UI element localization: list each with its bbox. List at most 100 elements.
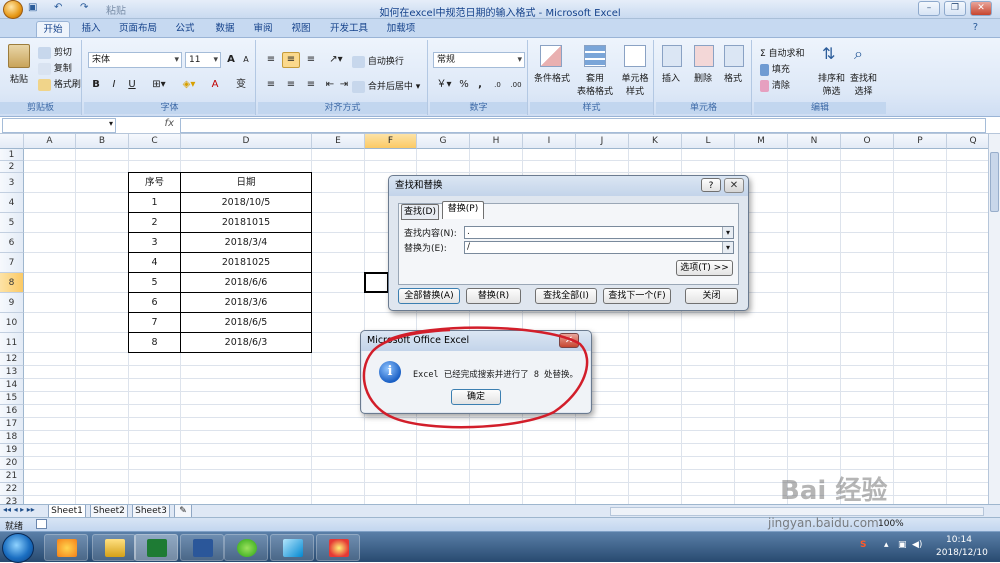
tab-data[interactable]: 数据 [208, 21, 242, 38]
orientation-icon[interactable]: ↗▾ [324, 52, 348, 68]
find-all-button[interactable]: 查找全部(I) [535, 288, 597, 304]
table-cell[interactable]: 2018/6/6 [180, 272, 312, 293]
volume-icon[interactable]: ◀) [912, 540, 922, 550]
italic-button[interactable]: I [106, 77, 122, 93]
scroll-thumb[interactable] [990, 152, 999, 212]
merge-center-button[interactable]: 合并后居中 [368, 82, 413, 92]
taskbar-word[interactable] [180, 534, 224, 561]
align-top-icon[interactable]: ≡ [262, 52, 280, 68]
find-select-button[interactable]: 查找和 选择 [850, 71, 877, 97]
format-as-table-button[interactable]: 套用 表格格式 [574, 71, 616, 97]
replace-dropdown-icon[interactable]: ▾ [722, 242, 733, 253]
row-header[interactable]: 9 [0, 293, 24, 313]
percent-button[interactable]: % [457, 77, 471, 93]
increase-decimal-button[interactable]: .0 [489, 77, 506, 93]
grow-font-button[interactable]: A [224, 52, 238, 68]
column-header[interactable]: H [470, 134, 523, 149]
taskbar-browser[interactable] [44, 534, 88, 561]
comma-button[interactable]: , [473, 77, 487, 93]
column-header[interactable]: E [312, 134, 365, 149]
column-header[interactable]: A [24, 134, 76, 149]
vertical-scrollbar[interactable] [988, 134, 1000, 504]
macro-record-icon[interactable] [36, 519, 47, 529]
row-header[interactable]: 6 [0, 233, 24, 253]
tray-arrow-icon[interactable]: ▴ [884, 540, 889, 550]
table-cell[interactable]: 2018/3/6 [180, 292, 312, 313]
close-button[interactable]: 关闭 [685, 288, 738, 304]
table-cell[interactable]: 2 [128, 212, 181, 233]
row-header[interactable]: 12 [0, 353, 24, 366]
underline-button[interactable]: U [124, 77, 140, 93]
table-cell[interactable]: 2018/3/4 [180, 232, 312, 253]
zoom-level[interactable]: 100% [878, 519, 904, 529]
column-header[interactable]: L [682, 134, 735, 149]
minimize-icon[interactable]: – [918, 1, 940, 16]
sort-filter-button[interactable]: 排序和 筛选 [818, 71, 845, 97]
table-cell[interactable]: 日期 [180, 172, 312, 193]
restore-icon[interactable]: ❐ [944, 1, 966, 16]
shrink-font-button[interactable]: A [239, 52, 253, 68]
paste-button[interactable]: 粘贴 [10, 72, 28, 85]
active-cell[interactable] [364, 272, 389, 293]
column-header[interactable]: B [76, 134, 129, 149]
fill-color-icon[interactable]: ◈▾ [176, 77, 202, 93]
tab-developer[interactable]: 开发工具 [324, 21, 374, 38]
table-cell[interactable]: 6 [128, 292, 181, 313]
sheet-nav-icon[interactable]: ◂◂ ◂ ▸ ▸▸ [3, 505, 35, 514]
taskbar-wechat[interactable] [224, 534, 268, 561]
table-cell[interactable]: 20181025 [180, 252, 312, 273]
tab-view[interactable]: 视图 [286, 21, 316, 38]
replace-all-button[interactable]: 全部替换(A) [398, 288, 460, 304]
ime-icon[interactable]: S [860, 540, 866, 550]
table-cell[interactable]: 7 [128, 312, 181, 333]
find-dropdown-icon[interactable]: ▾ [722, 227, 733, 238]
column-header[interactable]: F [365, 134, 417, 149]
tab-find[interactable]: 查找(D) [401, 204, 439, 220]
fx-icon[interactable]: fx [120, 118, 178, 133]
column-header[interactable]: D [181, 134, 312, 149]
tab-insert[interactable]: 插入 [76, 21, 106, 38]
row-header[interactable]: 17 [0, 418, 24, 431]
column-header[interactable]: O [841, 134, 894, 149]
taskbar-excel[interactable] [134, 534, 178, 561]
find-next-button[interactable]: 查找下一个(F) [603, 288, 671, 304]
decrease-decimal-button[interactable]: .00 [507, 77, 525, 93]
align-middle-icon[interactable]: ≡ [282, 52, 300, 68]
help-button[interactable]: ? [701, 178, 721, 192]
start-button[interactable] [2, 533, 34, 563]
name-box[interactable]: ▾ [2, 118, 116, 133]
format-cells-button[interactable]: 格式 [724, 71, 742, 84]
table-cell[interactable]: 序号 [128, 172, 181, 193]
table-cell[interactable]: 2018/6/3 [180, 332, 312, 353]
copy-button[interactable]: 复制 [54, 64, 72, 74]
table-cell[interactable]: 1 [128, 192, 181, 213]
increase-indent-icon[interactable]: ⇥ [338, 77, 350, 93]
font-name-select[interactable]: 宋体 [88, 52, 182, 68]
row-header[interactable]: 8 [0, 273, 24, 293]
align-right-icon[interactable]: ≡ [302, 77, 320, 93]
align-left-icon[interactable]: ≡ [262, 77, 280, 93]
column-header[interactable]: I [523, 134, 576, 149]
table-cell[interactable]: 20181015 [180, 212, 312, 233]
clock-time[interactable]: 10:14 [946, 535, 972, 545]
tab-review[interactable]: 审阅 [248, 21, 278, 38]
replace-button[interactable]: 替换(R) [466, 288, 521, 304]
font-color-button[interactable]: A [204, 77, 226, 93]
row-header[interactable]: 15 [0, 392, 24, 405]
find-what-input[interactable]: . ▾ [464, 226, 734, 239]
format-painter-button[interactable]: 格式刷 [54, 80, 81, 90]
row-header[interactable]: 23 [0, 496, 24, 504]
currency-icon[interactable]: ￥▾ [433, 77, 455, 93]
column-header[interactable]: Q [947, 134, 988, 149]
row-header[interactable]: 1 [0, 149, 24, 161]
column-header[interactable]: J [576, 134, 629, 149]
table-cell[interactable]: 8 [128, 332, 181, 353]
taskbar-explorer[interactable] [92, 534, 136, 561]
tab-formulas[interactable]: 公式 [170, 21, 200, 38]
tab-replace[interactable]: 替换(P) [442, 201, 484, 219]
paste-icon[interactable] [8, 44, 30, 68]
row-header[interactable]: 18 [0, 431, 24, 444]
wrap-text-button[interactable]: 自动换行 [368, 57, 404, 67]
formula-input[interactable] [180, 118, 986, 133]
row-header[interactable]: 4 [0, 193, 24, 213]
